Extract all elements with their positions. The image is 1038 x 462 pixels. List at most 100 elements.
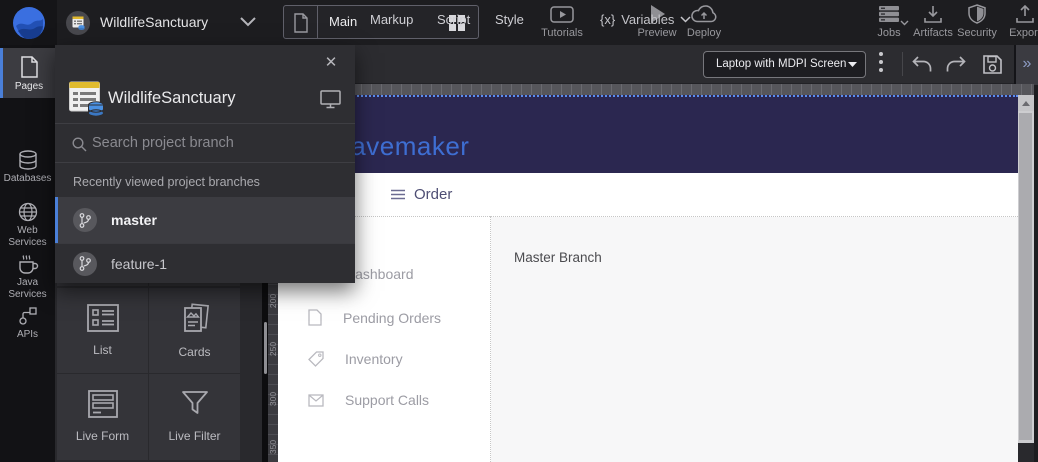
tab-script[interactable]: Script [437, 0, 470, 39]
databases-icon [0, 150, 55, 170]
git-branch-icon [79, 213, 91, 228]
expand-right-button[interactable]: » [1014, 45, 1038, 85]
canvas-nav-tabrow: Order [278, 173, 1018, 216]
horizontal-ruler [262, 84, 1034, 95]
nav-label: Inventory [345, 351, 403, 367]
variables-button[interactable]: {x} Variables [600, 0, 691, 39]
monitor-icon[interactable] [320, 90, 341, 109]
project-avatar[interactable] [66, 11, 90, 35]
canvas-app-header[interactable]: wavemaker [278, 95, 1018, 173]
project-name[interactable]: WildlifeSanctuary [100, 0, 208, 45]
canvas-tab-order-label: Order [414, 186, 452, 203]
wavemaker-studio-window: WildlifeSanctuary Main Tutorials [0, 0, 1038, 462]
branch-item-master[interactable]: master [55, 197, 355, 243]
web-services-globe-icon [0, 202, 55, 222]
sidebar-item-java-services[interactable]: Java Services [0, 254, 55, 302]
nav-label: Support Calls [345, 392, 429, 408]
cards-widget-icon [149, 302, 240, 336]
branch-item-feature-1[interactable]: feature-1 [55, 243, 355, 283]
nav-label: Dashboard [345, 266, 414, 282]
live-form-widget-icon [57, 388, 148, 420]
undo-icon [912, 56, 932, 73]
project-branch-dropdown: ✕ WildlifeSanctuary [55, 45, 355, 283]
search-icon [72, 137, 87, 152]
java-services-cup-icon [0, 254, 55, 274]
close-button[interactable]: ✕ [321, 53, 341, 73]
arrow-up-icon [1022, 101, 1030, 106]
canvas-scrollbar-thumb[interactable] [1019, 113, 1032, 440]
variables-label: Variables [621, 0, 674, 39]
canvas-dotted-divider-vertical [490, 216, 491, 462]
apis-nodes-icon [0, 306, 55, 326]
dropdown-project-title: WildlifeSanctuary [108, 89, 235, 108]
widget-tile-list[interactable]: List [57, 288, 148, 373]
canvas-content-label: Master Branch [514, 250, 602, 265]
undo-button[interactable] [912, 56, 932, 73]
window-right-edge [1034, 85, 1038, 462]
canvas-dotted-divider-horizontal [278, 216, 1018, 217]
device-selector-value: Laptop with MDPI Screen [716, 52, 846, 77]
widget-tile-cards[interactable]: Cards [149, 288, 240, 373]
live-filter-funnel-icon [149, 388, 240, 420]
export-button[interactable]: Export [995, 4, 1038, 39]
ruler-label: 350 [268, 435, 278, 459]
sidebar-item-databases[interactable]: Databases [0, 150, 55, 188]
page-selector-divider [317, 6, 318, 38]
expand-right-icon: » [1023, 55, 1032, 72]
wavemaker-logo-icon [12, 6, 46, 40]
tab-style[interactable]: Style [495, 0, 524, 39]
project-icon [68, 79, 105, 119]
envelope-icon [308, 394, 324, 407]
document-icon [308, 309, 322, 326]
branch-avatar [73, 208, 97, 232]
redo-icon [946, 56, 966, 73]
list-widget-icon [57, 302, 148, 334]
canvas-tab-order[interactable]: Order [391, 173, 452, 216]
widget-tile-live-form[interactable]: Live Form [57, 374, 148, 460]
close-icon: ✕ [325, 54, 338, 71]
canvas-content-area[interactable]: Master Branch [491, 217, 1018, 462]
project-mini-icon [72, 16, 85, 30]
sidebar-item-pages[interactable]: Pages [0, 48, 55, 98]
page-file-icon [293, 13, 309, 33]
device-chevron-down-icon [847, 61, 858, 69]
current-page-name: Main [329, 6, 357, 38]
git-branch-icon [79, 256, 91, 271]
branch-name: feature-1 [111, 256, 167, 272]
nav-label: Pending Orders [343, 310, 441, 326]
save-button[interactable] [982, 54, 1003, 75]
wavemaker-logo[interactable] [0, 0, 57, 45]
ruler-label: 300 [268, 387, 278, 411]
device-selector[interactable]: Laptop with MDPI Screen [703, 51, 866, 78]
list-menu-icon [391, 189, 405, 200]
branch-avatar [73, 252, 97, 276]
redo-button[interactable] [946, 56, 966, 73]
project-chevron-down-icon[interactable] [240, 17, 256, 27]
more-options-button[interactable] [879, 52, 883, 76]
ruler-label: 250 [268, 337, 278, 361]
canvas-nav-item-support-calls[interactable]: Support Calls [308, 392, 429, 408]
export-upload-icon [995, 4, 1038, 24]
branch-name: master [111, 212, 157, 228]
ruler-label: 200 [268, 289, 278, 313]
widget-tile-live-filter[interactable]: Live Filter [149, 374, 240, 460]
tab-markup[interactable]: Markup [370, 0, 413, 39]
canvas-nav-item-pending-orders[interactable]: Pending Orders [308, 309, 441, 326]
variables-chevron-down-icon [680, 16, 691, 23]
activity-bar: Pages Databases Web Services [0, 45, 55, 462]
scrollbar-corner [1018, 443, 1034, 462]
canvas-scrollbar-up-button[interactable] [1018, 95, 1034, 111]
variables-prefix: {x} [600, 0, 615, 39]
sidebar-item-web-services[interactable]: Web Services [0, 202, 55, 250]
tutorials-button[interactable]: Tutorials [532, 4, 592, 39]
tutorials-video-icon [532, 4, 592, 24]
pages-icon [3, 56, 55, 78]
branch-search [55, 123, 355, 163]
branch-search-input[interactable] [92, 124, 347, 162]
sidebar-item-apis[interactable]: APIs [0, 306, 55, 344]
palette-scrollbar-thumb[interactable] [264, 322, 267, 374]
save-floppy-icon [982, 54, 1003, 75]
toolbar-divider [902, 52, 903, 76]
canvas-nav-item-inventory[interactable]: Inventory [308, 351, 403, 367]
tag-icon [308, 351, 324, 367]
